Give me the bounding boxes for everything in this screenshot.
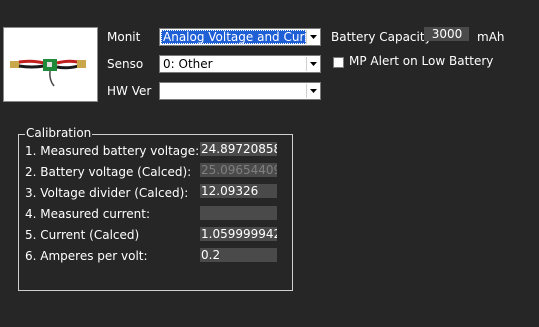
sensor-cable [49, 70, 55, 87]
monitor-select-value: Analog Voltage and Curr [161, 30, 306, 44]
sensor-dropdown-arrow[interactable] [306, 57, 319, 71]
monitor-select[interactable]: Analog Voltage and Curr [159, 28, 321, 46]
sensor-select[interactable]: 0: Other [159, 55, 321, 73]
battery-voltage-calced-input[interactable]: 25.0965440952 [200, 163, 277, 177]
battery-voltage-calced-label: 2. Battery voltage (Calced): [25, 165, 192, 179]
power-module-image [10, 59, 86, 87]
left-connector [10, 61, 20, 68]
battery-capacity-label: Battery Capacity [331, 30, 432, 44]
hw-version-select[interactable] [159, 82, 321, 100]
voltage-divider-calced-input[interactable]: 12.09326 [200, 184, 277, 198]
sensor-select-value: 0: Other [163, 57, 213, 71]
mp-alert-label[interactable]: MP Alert on Low Battery [349, 53, 493, 69]
chevron-down-icon [310, 62, 317, 66]
pcb-chip [47, 62, 52, 67]
monitor-dropdown-arrow[interactable] [306, 30, 319, 44]
right-connector [77, 60, 86, 68]
hw-version-label: HW Ver [107, 84, 152, 98]
battery-capacity-unit: mAh [477, 30, 505, 44]
device-photo [3, 27, 98, 102]
black-wire-left [18, 64, 45, 69]
black-wire-right [56, 64, 79, 70]
measured-battery-voltage-label: 1. Measured battery voltage: [25, 144, 200, 158]
red-wire-right [56, 59, 79, 65]
hw-version-select-value [161, 84, 306, 98]
voltage-divider-calced-label: 3. Voltage divider (Calced): [25, 186, 189, 200]
hw-version-dropdown-arrow[interactable] [306, 84, 319, 98]
chevron-down-icon [310, 35, 317, 39]
calibration-title: Calibration [25, 126, 93, 141]
battery-capacity-input[interactable]: 3000 [424, 27, 469, 41]
monitor-label: Monit [107, 30, 141, 44]
amperes-per-volt-label: 6. Amperes per volt: [25, 249, 148, 263]
red-wire-left [18, 59, 45, 65]
sensor-label: Senso [107, 57, 144, 71]
current-calced-label: 5. Current (Calced) [25, 228, 140, 242]
mp-alert-checkbox[interactable] [333, 57, 344, 68]
chevron-down-icon [310, 89, 317, 93]
measured-current-input[interactable] [200, 206, 277, 220]
current-calced-input[interactable]: 1.05999994277 [200, 227, 277, 241]
measured-current-label: 4. Measured current: [25, 207, 151, 221]
amperes-per-volt-input[interactable]: 0.2 [200, 248, 277, 262]
measured-battery-voltage-input[interactable]: 24.8972085831 [200, 142, 277, 156]
